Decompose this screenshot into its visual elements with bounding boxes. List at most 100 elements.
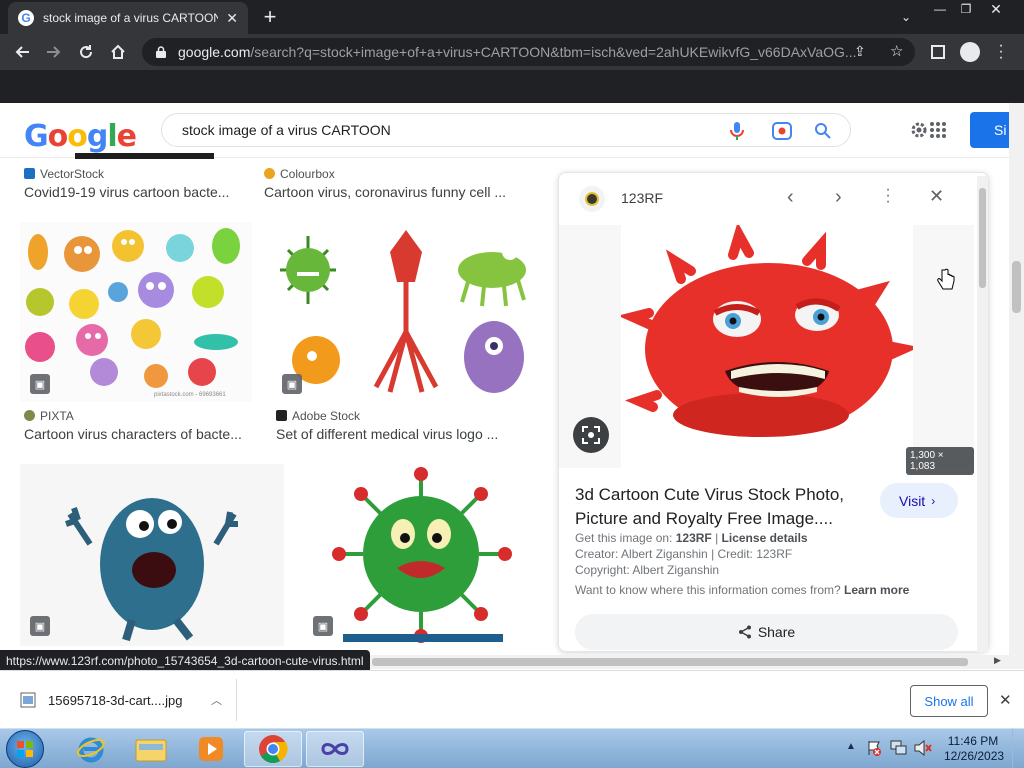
get-image-site-link[interactable]: 123RF: [676, 531, 712, 545]
lens-scan-icon: [582, 426, 600, 444]
folder-icon: [135, 739, 167, 762]
infinity-app-icon: [321, 743, 349, 755]
share-button[interactable]: Share: [575, 614, 958, 650]
settings-gear-icon[interactable]: [909, 120, 929, 140]
source-name[interactable]: 123RF: [621, 190, 663, 206]
result-source-colourbox[interactable]: Colourbox: [264, 167, 335, 181]
virus-characters-image: [25, 228, 240, 388]
panel-scrollbar[interactable]: [977, 176, 988, 652]
result-image-green-virus[interactable]: ▣: [303, 464, 540, 646]
reload-button[interactable]: [72, 34, 100, 70]
close-tab-icon[interactable]: ✕: [226, 10, 238, 27]
download-filename: 15695718-3d-cart....jpg: [48, 692, 183, 708]
start-button[interactable]: [6, 730, 44, 768]
show-hidden-icons[interactable]: ▲: [846, 741, 856, 752]
result-caption[interactable]: Covid19-19 virus cartoon bacte...: [24, 184, 248, 200]
preview-image-area[interactable]: 1,300 × 1,083: [559, 225, 974, 475]
system-clock[interactable]: 11:46 PM 12/26/2023: [944, 734, 1004, 764]
page-scrollbar[interactable]: [1009, 103, 1024, 655]
forward-arrow-icon: [47, 46, 61, 58]
tab-search-icon[interactable]: ⌄: [892, 8, 920, 26]
google-logo[interactable]: Google: [24, 119, 137, 154]
taskbar-chrome[interactable]: [244, 731, 302, 767]
chevron-right-icon: ›: [931, 493, 936, 508]
search-input[interactable]: [182, 122, 702, 138]
chrome-icon: [259, 735, 288, 763]
profile-avatar-icon[interactable]: [960, 42, 980, 62]
search-box[interactable]: [161, 113, 851, 147]
media-player-icon: [199, 737, 223, 761]
image-title[interactable]: 3d Cartoon Cute Virus Stock Photo, Pictu…: [575, 483, 871, 531]
download-chevron-icon[interactable]: ︿: [211, 692, 222, 708]
red-virus-3d-image: [621, 225, 913, 468]
search-icon[interactable]: [814, 122, 831, 139]
result-image-blue-monster[interactable]: ▣: [20, 464, 284, 646]
close-window-button[interactable]: ✕: [982, 0, 1010, 18]
network-icon[interactable]: [890, 740, 908, 756]
page-scrollbar-thumb[interactable]: [1012, 261, 1021, 313]
apps-grid-icon[interactable]: [930, 122, 946, 138]
more-options-icon[interactable]: · · ·: [885, 182, 891, 210]
next-image-icon[interactable]: ›: [835, 186, 842, 209]
close-download-bar-icon[interactable]: ✕: [999, 691, 1012, 709]
lock-icon: [156, 46, 166, 58]
mic-icon[interactable]: [730, 122, 744, 140]
license-details-link[interactable]: License details: [722, 531, 808, 545]
home-icon: [111, 44, 125, 59]
tab-title: stock image of a virus CARTOON: [43, 11, 218, 25]
result-source-adobe[interactable]: Adobe Stock: [276, 409, 360, 423]
get-image-line: Get this image on: 123RF | License detai…: [575, 531, 808, 545]
horizontal-scrollbar-thumb[interactable]: [372, 658, 968, 666]
panel-scrollbar-thumb[interactable]: [979, 188, 986, 288]
result-caption[interactable]: Set of different medical virus logo ...: [276, 426, 536, 442]
action-center-flag-icon[interactable]: [866, 740, 882, 756]
search-inside-image-button[interactable]: [573, 417, 609, 453]
visit-label: Visit: [899, 492, 926, 509]
source-favicon-icon: [579, 186, 605, 212]
taskbar-explorer[interactable]: [122, 731, 180, 767]
browser-tab[interactable]: G stock image of a virus CARTOON ✕: [8, 2, 248, 34]
visit-button[interactable]: Visit ›: [880, 483, 958, 518]
learn-more-link[interactable]: Learn more: [844, 583, 909, 597]
minimize-button[interactable]: —: [926, 0, 954, 18]
back-button[interactable]: [8, 34, 36, 70]
google-favicon-icon: G: [18, 10, 34, 26]
taskbar-app-infinity[interactable]: [306, 731, 364, 767]
lens-icon[interactable]: [772, 122, 792, 140]
download-bar: 15695718-3d-cart....jpg ︿ Show all ✕: [0, 670, 1024, 728]
image-badge-icon: ▣: [30, 374, 50, 394]
show-desktop-button[interactable]: [1012, 729, 1024, 768]
bookmark-star-icon[interactable]: ☆: [890, 42, 903, 60]
windows-logo-icon: [17, 741, 33, 757]
link-status-bar: https://www.123rf.com/photo_15743654_3d-…: [0, 650, 370, 672]
forward-button[interactable]: [40, 34, 68, 70]
taskbar-media-player[interactable]: [182, 731, 240, 767]
new-tab-button[interactable]: +: [258, 4, 282, 30]
info-source-line: Want to know where this information come…: [575, 583, 910, 597]
result-source-vectorstock[interactable]: VectorStock: [24, 167, 104, 181]
volume-muted-icon[interactable]: [914, 740, 932, 756]
side-panel-icon[interactable]: [931, 45, 945, 59]
result-source-pixta[interactable]: PIXTA: [24, 409, 74, 423]
google-header: Google Si: [0, 103, 1024, 158]
home-button[interactable]: [104, 34, 132, 70]
result-caption[interactable]: Cartoon virus, coronavirus funny cell ..…: [264, 184, 524, 200]
windows-taskbar: ▲ 11:46 PM 12/26/2023: [0, 728, 1024, 768]
download-divider: [236, 679, 237, 721]
share-label: Share: [757, 624, 796, 640]
share-page-icon[interactable]: ⇪: [854, 43, 866, 60]
result-image-adobe[interactable]: ▣: [272, 222, 540, 402]
result-image-pixta[interactable]: pixtastock.com - 69693661 ▣: [20, 222, 252, 402]
reload-icon: [80, 45, 93, 59]
result-caption[interactable]: Cartoon virus characters of bacte...: [24, 426, 250, 442]
previous-image-icon[interactable]: ‹: [787, 186, 794, 209]
scroll-right-icon[interactable]: ▶: [994, 655, 1001, 666]
chrome-menu-icon[interactable]: · · ·: [997, 38, 1005, 66]
medical-virus-logos-image: [280, 230, 526, 393]
show-all-button[interactable]: Show all: [910, 685, 988, 717]
download-item[interactable]: 15695718-3d-cart....jpg ︿: [10, 681, 230, 719]
taskbar-ie[interactable]: [62, 731, 120, 767]
address-bar[interactable]: google.com/search?q=stock+image+of+a+vir…: [142, 38, 915, 66]
close-panel-icon[interactable]: ✕: [929, 186, 944, 207]
restore-button[interactable]: ❐: [952, 0, 980, 18]
